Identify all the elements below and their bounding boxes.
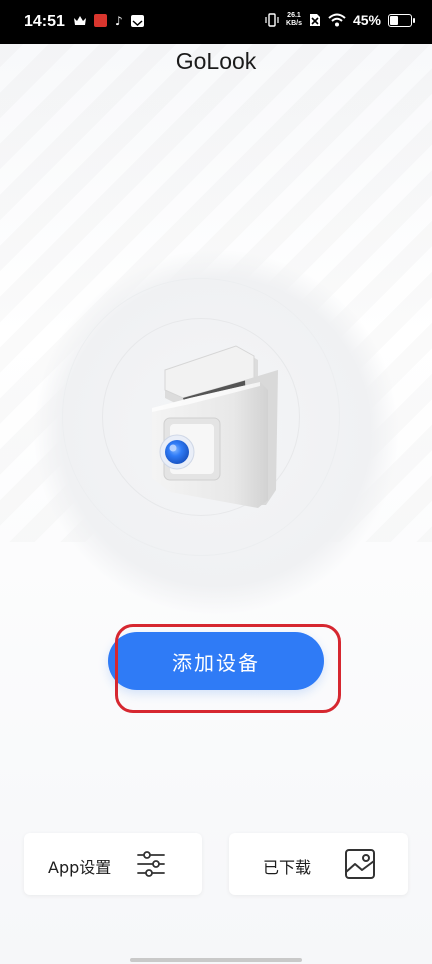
network-speed-value: 26.1 — [287, 12, 301, 19]
message-icon — [130, 14, 144, 27]
status-right: 26.1 KB/s 45% — [265, 12, 415, 28]
vibrate-icon — [265, 13, 279, 27]
status-bar: 14:51 ♪ 26.1 KB/s 45% — [0, 0, 432, 44]
home-indicator[interactable] — [130, 958, 302, 962]
app-screen: 14:51 ♪ 26.1 KB/s 45% GoLook 添加设备 App设置 … — [0, 0, 432, 964]
network-speed: 26.1 KB/s — [286, 12, 302, 28]
tiktok-icon: ♪ — [115, 13, 123, 28]
sliders-icon — [137, 851, 165, 877]
battery-icon — [388, 13, 415, 27]
image-icon — [345, 849, 375, 879]
dashcam-illustration — [152, 345, 278, 508]
app-settings-label: App设置 — [48, 858, 112, 877]
wifi-icon — [328, 13, 346, 27]
red-app-icon — [94, 14, 107, 27]
crown-icon — [74, 15, 86, 25]
sim-off-icon — [309, 14, 320, 26]
network-speed-unit: KB/s — [286, 20, 302, 27]
downloaded-card[interactable]: 已下载 — [229, 833, 408, 895]
page-title: GoLook — [175, 48, 257, 74]
downloaded-label: 已下载 — [263, 858, 312, 877]
app-settings-card[interactable]: App设置 — [24, 833, 202, 895]
status-time: 14:51 — [24, 13, 65, 30]
notification-icons: ♪ — [74, 14, 144, 27]
battery-percent: 45% — [352, 12, 381, 28]
add-device-button[interactable]: 添加设备 — [108, 632, 324, 690]
battery-fill — [390, 15, 399, 25]
